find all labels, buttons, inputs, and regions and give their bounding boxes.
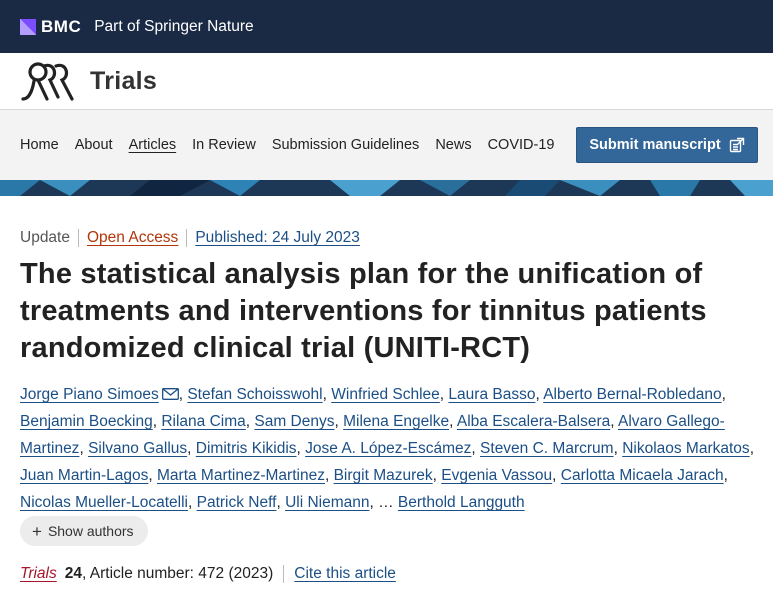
author-link[interactable]: Steven C. Marcrum bbox=[480, 440, 614, 457]
author-link[interactable]: Silvano Gallus bbox=[88, 440, 187, 457]
bmc-mark-icon bbox=[20, 18, 36, 35]
author-ellipsis: … bbox=[378, 494, 394, 511]
cite-this-article-link[interactable]: Cite this article bbox=[294, 565, 396, 583]
author-link[interactable]: Nicolas Mueller-Locatelli bbox=[20, 494, 188, 511]
publisher-tagline[interactable]: Part of Springer Nature bbox=[94, 18, 253, 36]
author-link[interactable]: Milena Engelke bbox=[343, 413, 449, 430]
author-link[interactable]: Jorge Piano Simoes bbox=[20, 386, 159, 403]
author-link[interactable]: Winfried Schlee bbox=[331, 386, 440, 403]
author-link[interactable]: Marta Martinez-Martinez bbox=[157, 467, 325, 484]
show-authors-label: Show authors bbox=[47, 523, 134, 539]
submit-manuscript-label: Submit manuscript bbox=[589, 137, 721, 153]
decorative-banner bbox=[0, 180, 773, 196]
citation-line: Trials 24 , Article number: 472 (2023) C… bbox=[20, 565, 396, 583]
publisher-bar: BMC Part of Springer Nature bbox=[0, 0, 773, 53]
author-link[interactable]: Patrick Neff bbox=[197, 494, 277, 511]
bmc-brand: BMC bbox=[41, 16, 82, 36]
author-link[interactable]: Birgit Mazurek bbox=[334, 467, 433, 484]
nav-item-news[interactable]: News bbox=[435, 137, 471, 153]
external-link-icon bbox=[729, 137, 745, 153]
article-type: Update bbox=[20, 229, 70, 246]
nav-item-in-review[interactable]: In Review bbox=[192, 137, 256, 153]
submit-manuscript-button[interactable]: Submit manuscript bbox=[576, 127, 758, 163]
trials-logo-icon[interactable] bbox=[20, 59, 78, 103]
author-link[interactable]: Stefan Schoisswohl bbox=[187, 386, 322, 403]
published-date-link[interactable]: Published: 24 July 2023 bbox=[195, 229, 360, 247]
journal-name[interactable]: Trials bbox=[90, 67, 157, 96]
author-link[interactable]: Alberto Bernal-Robledano bbox=[543, 386, 721, 403]
bmc-logo[interactable]: BMC bbox=[20, 17, 81, 37]
author-link[interactable]: Carlotta Micaela Jarach bbox=[561, 467, 724, 484]
nav-item-home[interactable]: Home bbox=[20, 137, 59, 153]
author-link[interactable]: Laura Basso bbox=[448, 386, 535, 403]
nav-item-submission-guidelines[interactable]: Submission Guidelines bbox=[272, 137, 420, 153]
author-link[interactable]: Benjamin Boecking bbox=[20, 413, 153, 430]
divider bbox=[186, 229, 188, 247]
article-title: The statistical analysis plan for the un… bbox=[20, 258, 707, 364]
article-meta: Update Open Access Published: 24 July 20… bbox=[20, 229, 360, 247]
author-link[interactable]: Uli Niemann bbox=[285, 494, 369, 511]
divider bbox=[77, 229, 79, 247]
author-link[interactable]: Sam Denys bbox=[254, 413, 334, 430]
nav-item-covid-19[interactable]: COVID-19 bbox=[488, 137, 555, 153]
nav-item-about[interactable]: About bbox=[75, 137, 113, 153]
author-link[interactable]: Juan Martin-Lagos bbox=[20, 467, 148, 484]
author-link[interactable]: Nikolaos Markatos bbox=[622, 440, 750, 457]
volume-number: 24 bbox=[64, 565, 82, 582]
journal-reference-link[interactable]: Trials bbox=[20, 565, 57, 583]
journal-header: Trials bbox=[0, 53, 773, 110]
author-link[interactable]: Alba Escalera-Balsera bbox=[457, 413, 610, 430]
author-link-last[interactable]: Berthold Langguth bbox=[398, 494, 525, 511]
plus-icon: + bbox=[32, 521, 42, 541]
envelope-icon[interactable] bbox=[161, 382, 179, 400]
author-link[interactable]: Evgenia Vassou bbox=[441, 467, 552, 484]
divider bbox=[283, 565, 285, 583]
author-link[interactable]: Rilana Cima bbox=[161, 413, 245, 430]
author-link[interactable]: Jose A. López-Escámez bbox=[305, 440, 471, 457]
main-nav: Home About Articles In Review Submission… bbox=[0, 110, 773, 180]
article-number: , Article number: 472 (2023) bbox=[82, 565, 274, 582]
open-access-link[interactable]: Open Access bbox=[87, 229, 178, 247]
author-list: Jorge Piano Simoes, Stefan Schoisswohl, … bbox=[20, 381, 760, 516]
show-authors-button[interactable]: + Show authors bbox=[20, 516, 148, 546]
author-link[interactable]: Dimitris Kikidis bbox=[196, 440, 297, 457]
nav-item-articles[interactable]: Articles bbox=[129, 137, 177, 153]
